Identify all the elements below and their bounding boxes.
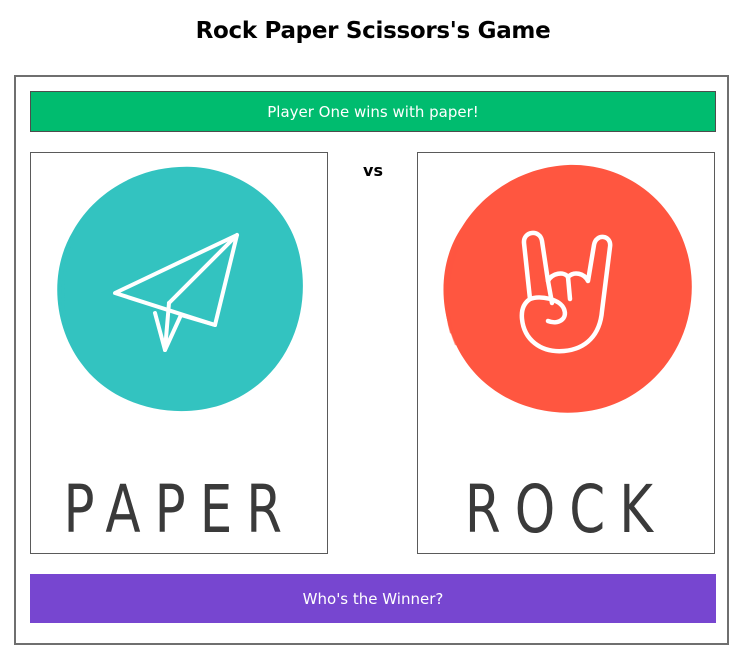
player-two-card: ROCK bbox=[417, 152, 715, 554]
result-text: Player One wins with paper! bbox=[267, 102, 479, 121]
who-is-winner-button[interactable]: Who's the Winner? bbox=[30, 574, 716, 623]
winner-button-label: Who's the Winner? bbox=[302, 589, 444, 608]
player-one-card: PAPER bbox=[30, 152, 328, 554]
page-title: Rock Paper Scissors's Game bbox=[195, 18, 551, 44]
paper-plane-icon bbox=[57, 166, 303, 412]
vs-label: vs bbox=[363, 161, 383, 180]
result-banner: Player One wins with paper! bbox=[30, 91, 716, 132]
player-two-choice: ROCK bbox=[464, 471, 668, 548]
player-one-choice: PAPER bbox=[63, 471, 297, 548]
rock-hand-icon bbox=[443, 164, 692, 413]
